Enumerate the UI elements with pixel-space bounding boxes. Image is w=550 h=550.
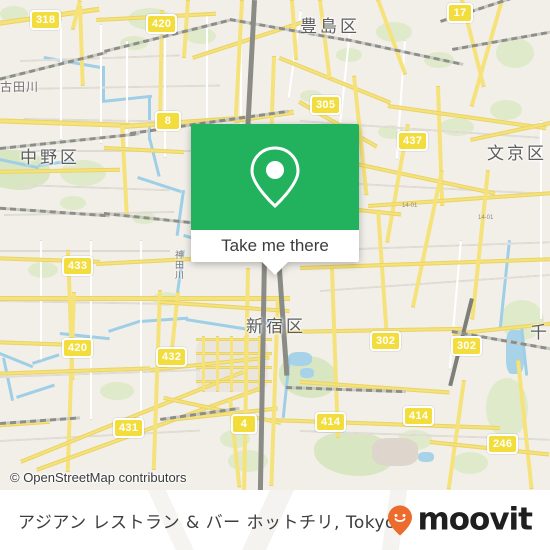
map-attribution[interactable]: © OpenStreetMap contributors [10, 470, 187, 485]
route-shield: 318 [30, 10, 62, 30]
route-shield: 420 [146, 14, 178, 34]
water-body [300, 368, 314, 378]
route-shield: 432 [156, 347, 188, 367]
route-shield: 4 [231, 414, 257, 434]
map-canvas[interactable]: 豊島区 文京区 中野区 新宿区 千 古田川 神田川 14-01 14-01 31… [0, 0, 550, 490]
river-line [32, 353, 60, 365]
street [19, 184, 170, 192]
route-shield: 414 [403, 406, 435, 426]
moovit-pin-icon [388, 505, 413, 535]
street [20, 84, 221, 90]
river-label: 古田川 [0, 80, 40, 94]
major-road [269, 418, 500, 431]
route-shield: 302 [451, 336, 483, 356]
popup-action[interactable]: Take me there [191, 230, 359, 275]
river-line [148, 96, 151, 140]
river-label: 神田川 [173, 250, 183, 280]
road-name-label: 14-01 [402, 203, 418, 209]
park-area [60, 196, 86, 210]
street [164, 28, 166, 158]
major-road [410, 170, 444, 308]
major-road [78, 5, 85, 86]
district-label: 中野区 [20, 148, 80, 168]
river-line [108, 319, 142, 333]
route-shield: 246 [487, 434, 519, 454]
popup-action-label: Take me there [221, 236, 329, 255]
street [0, 250, 170, 252]
popup-header [191, 124, 359, 230]
park-area [490, 100, 522, 120]
footer-bar: アジアン レストラン & バー ホットチリ, Tokyo moovit [0, 490, 550, 550]
route-shield: 431 [113, 418, 145, 438]
major-road [103, 146, 184, 155]
district-label: 豊島区 [300, 17, 360, 37]
district-label: 新宿区 [246, 317, 306, 337]
park-area [336, 48, 362, 62]
route-shield: 302 [370, 331, 402, 351]
park-area [100, 382, 134, 400]
route-shield: 8 [155, 111, 181, 131]
river-line [16, 383, 55, 399]
major-road [151, 290, 162, 471]
place-title: アジアン レストラン & バー ホットチリ, Tokyo [18, 512, 396, 533]
major-road [202, 336, 205, 392]
major-road [216, 336, 219, 392]
water-body [418, 452, 434, 462]
map-pin-icon [250, 146, 300, 209]
location-popup[interactable]: Take me there [191, 124, 359, 275]
route-shield: 17 [447, 3, 473, 23]
river-line [140, 316, 189, 323]
route-shield: 433 [62, 256, 94, 276]
river-line [148, 137, 161, 177]
water-body [288, 352, 312, 366]
river-line [102, 66, 105, 102]
district-label: 文京区 [487, 144, 547, 164]
major-road [230, 336, 233, 392]
moovit-brand[interactable]: moovit [388, 501, 533, 538]
route-shield: 414 [315, 412, 347, 432]
park-area [28, 262, 58, 278]
street [320, 273, 550, 292]
route-shield: 305 [310, 95, 342, 115]
major-road [376, 209, 389, 330]
river-line [185, 318, 246, 331]
park-area [452, 452, 488, 474]
road-name-label: 14-01 [478, 215, 494, 221]
moovit-wordmark: moovit [417, 501, 533, 538]
built-area [372, 438, 418, 466]
street [140, 240, 142, 420]
route-shield: 437 [397, 131, 429, 151]
moovit-map-screen: 豊島区 文京区 中野区 新宿区 千 古田川 神田川 14-01 14-01 31… [0, 0, 550, 550]
route-shield: 420 [62, 338, 94, 358]
river-line [175, 190, 185, 236]
popup-tail [262, 262, 288, 275]
district-label: 千 [530, 323, 550, 343]
river-line [2, 357, 15, 402]
park-area [496, 38, 534, 68]
